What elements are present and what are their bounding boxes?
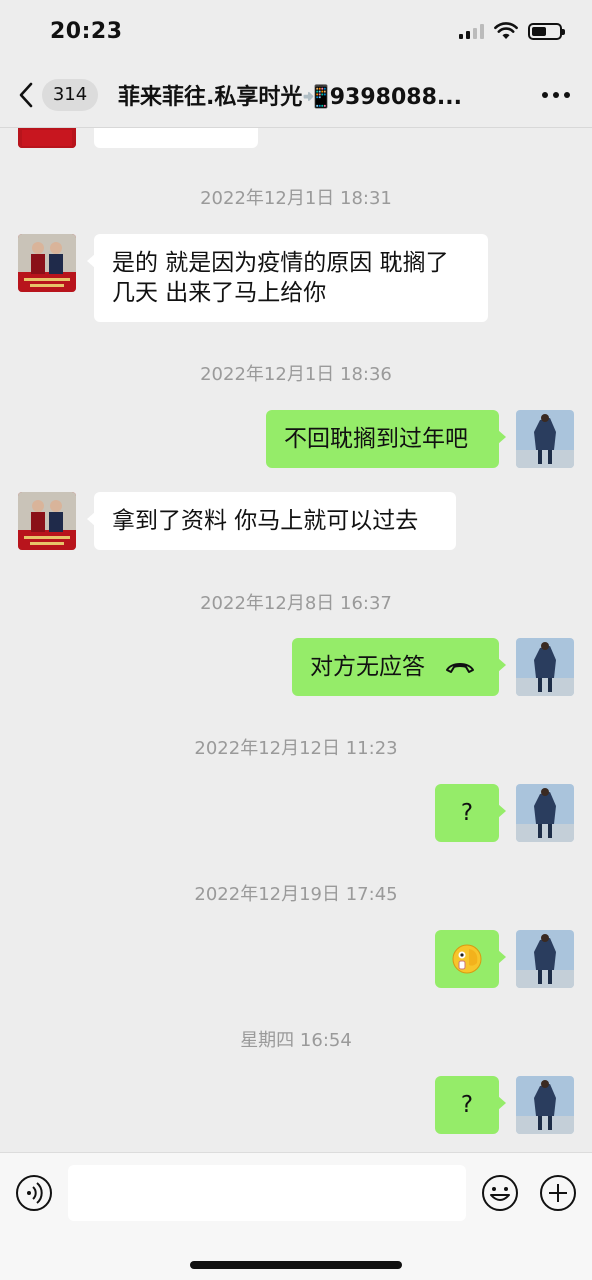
- chevron-left-icon: [19, 82, 33, 107]
- contact-avatar-image: [18, 234, 76, 292]
- status-icons: [459, 22, 565, 40]
- more-actions-button[interactable]: [538, 1173, 578, 1213]
- my-avatar[interactable]: [516, 784, 574, 842]
- status-bar: 20:23: [0, 0, 592, 62]
- message-input[interactable]: [68, 1165, 466, 1221]
- call-record-bubble[interactable]: 对方无应答: [292, 638, 506, 696]
- chat-header: 314 菲来菲往.私享时光📲9398088...: [0, 62, 592, 128]
- battery-icon: [528, 22, 565, 40]
- message-text: 拿到了资料 你马上就可以过去: [112, 508, 419, 534]
- timestamp: 2022年12月12日 11:23: [194, 738, 398, 759]
- contact-avatar-image: [18, 128, 76, 148]
- my-avatar[interactable]: [516, 410, 574, 468]
- timestamp: 2022年12月8日 16:37: [200, 593, 392, 614]
- message-text: ?: [460, 800, 474, 826]
- message-text: ?: [460, 1092, 474, 1118]
- message-text: 是的 就是因为疫情的原因 耽搁了几天 出来了马上给你: [112, 250, 449, 306]
- timestamp: 2022年12月1日 18:36: [200, 364, 392, 385]
- my-avatar-image: [516, 638, 574, 696]
- timestamp: 星期四 16:54: [240, 1030, 352, 1051]
- contact-avatar[interactable]: [18, 492, 76, 550]
- my-avatar-image: [516, 930, 574, 988]
- message-bubble[interactable]: 是的 就是因为疫情的原因 耽搁了几天 出来了马上给你: [87, 234, 488, 322]
- call-status-text: 对方无应答: [310, 654, 425, 680]
- dot-icon: [553, 91, 559, 98]
- my-avatar-image: [516, 410, 574, 468]
- input-bar: [0, 1152, 592, 1280]
- dot-icon: [542, 91, 548, 98]
- dot-icon: [564, 91, 570, 98]
- my-avatar-image: [516, 784, 574, 842]
- phone-hangup-icon: [446, 663, 474, 673]
- contact-avatar-image: [18, 492, 76, 550]
- contact-avatar[interactable]: [18, 128, 76, 148]
- timestamp: 2022年12月1日 18:31: [200, 188, 392, 209]
- timestamp: 2022年12月19日 17:45: [194, 884, 398, 905]
- message-bubble-sent[interactable]: 不回耽搁到过年吧: [266, 410, 506, 468]
- battery-level: [532, 26, 547, 36]
- my-avatar-image: [516, 1076, 574, 1134]
- plus-icon: [540, 1175, 576, 1211]
- message-bubble-partial[interactable]: [94, 128, 258, 148]
- message-bubble-sent[interactable]: ?: [435, 1076, 506, 1134]
- unread-count-badge: 314: [42, 78, 98, 111]
- voice-input-button[interactable]: [14, 1173, 54, 1213]
- chat-title: 菲来菲往.私享时光📲9398088...: [118, 84, 462, 110]
- contact-avatar[interactable]: [18, 234, 76, 292]
- peeking-face-emoji-icon: [452, 944, 482, 974]
- message-list[interactable]: 2022年12月1日 18:31 是的 就是因为疫情的原因 耽搁了几天 出来了马…: [0, 128, 592, 1152]
- message-bubble-sent[interactable]: ?: [435, 784, 506, 842]
- voice-icon: [16, 1175, 52, 1211]
- emoji-button[interactable]: [480, 1173, 520, 1213]
- emoji-message-bubble[interactable]: [435, 930, 506, 988]
- home-indicator[interactable]: [190, 1261, 402, 1269]
- my-avatar[interactable]: [516, 638, 574, 696]
- message-text: 不回耽搁到过年吧: [284, 426, 468, 452]
- cellular-signal-icon: [459, 23, 484, 39]
- status-time: 20:23: [50, 18, 123, 44]
- wifi-icon: [494, 22, 518, 39]
- my-avatar[interactable]: [516, 930, 574, 988]
- back-button[interactable]: 314: [18, 78, 98, 111]
- message-bubble[interactable]: 拿到了资料 你马上就可以过去: [87, 492, 456, 550]
- more-options-button[interactable]: [538, 84, 574, 106]
- smiley-icon: [482, 1175, 518, 1211]
- my-avatar[interactable]: [516, 1076, 574, 1134]
